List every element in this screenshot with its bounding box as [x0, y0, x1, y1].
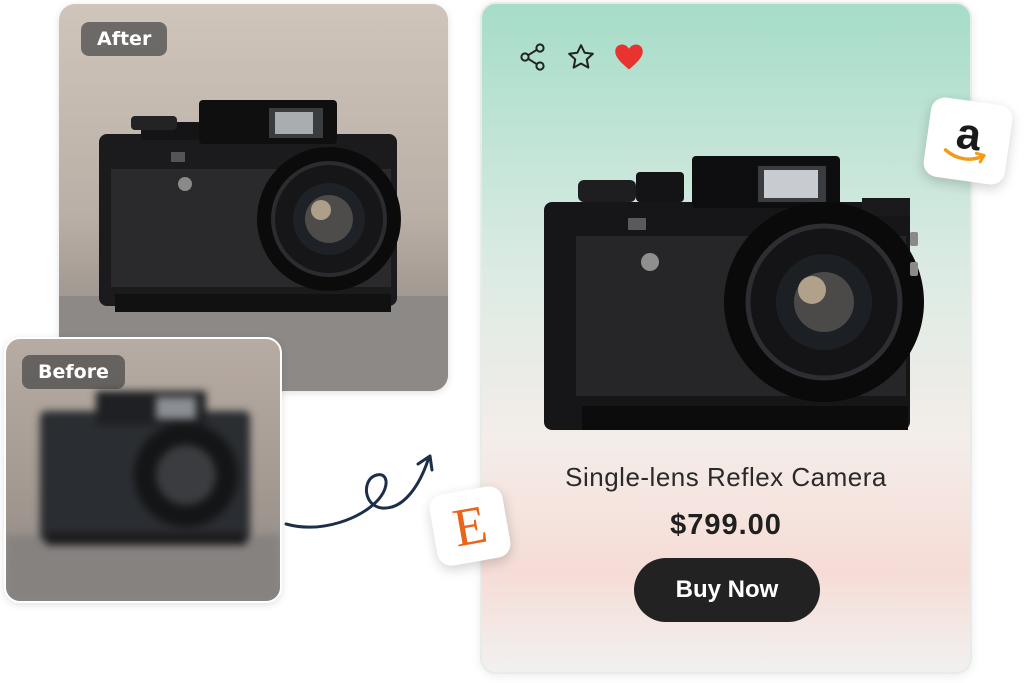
amazon-smile-icon — [943, 148, 986, 164]
curly-arrow — [284, 454, 434, 529]
before-tag: Before — [22, 355, 125, 389]
product-price: $799.00 — [670, 509, 782, 541]
camera-photo-after — [59, 100, 448, 391]
product-card: Single-lens Reflex Camera $799.00 Buy No… — [480, 2, 972, 674]
star-icon[interactable] — [566, 42, 596, 72]
before-photo-card: Before — [4, 337, 282, 603]
amazon-badge[interactable]: a — [921, 95, 1015, 187]
buy-now-button[interactable]: Buy Now — [634, 558, 820, 622]
after-photo-card: After — [59, 4, 448, 391]
camera-product-image — [544, 156, 924, 430]
etsy-badge[interactable]: E — [427, 484, 513, 568]
heart-icon[interactable] — [614, 42, 644, 72]
product-title: Single-lens Reflex Camera — [565, 462, 887, 492]
etsy-logo-icon: E — [448, 493, 492, 559]
share-icon[interactable] — [518, 42, 548, 72]
after-tag: After — [81, 22, 168, 56]
